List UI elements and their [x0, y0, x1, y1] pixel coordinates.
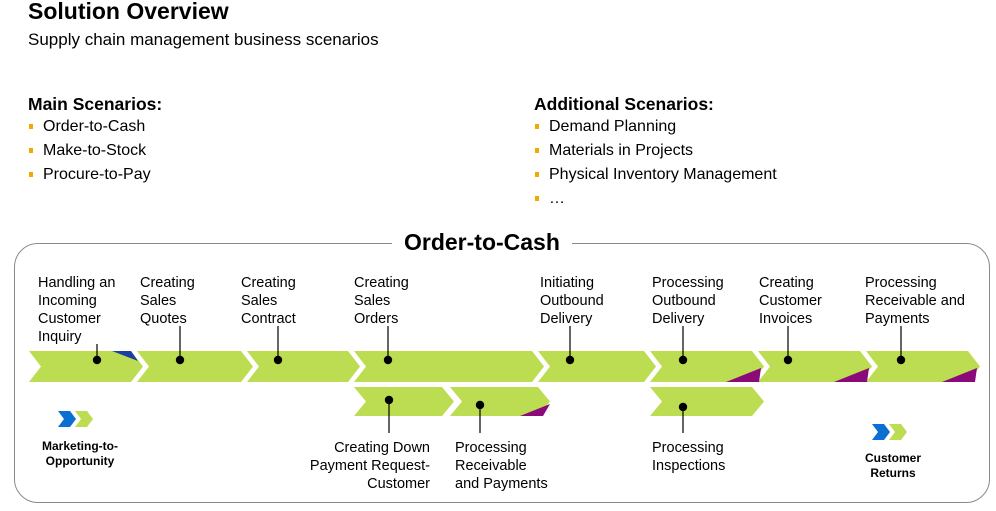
- chevron-green: [75, 411, 93, 427]
- chevron-blue: [872, 424, 890, 440]
- linked-scenario-line: Marketing-to-: [42, 439, 118, 453]
- step-label-line: Initiating: [540, 275, 595, 291]
- step-label: Creating Sales Quotes: [140, 274, 195, 328]
- step-dot: [678, 355, 688, 365]
- double-chevron-icon: [58, 411, 93, 427]
- step-label-line: Customer: [38, 311, 101, 327]
- step-label: Initiating Outbound Delivery: [540, 274, 604, 328]
- sub-step-label: Processing Receivable and Payments: [455, 439, 548, 493]
- step-label-line: Processing: [652, 275, 724, 291]
- step-label-line: Inquiry: [38, 329, 82, 345]
- sub-step-chevron[interactable]: [650, 387, 764, 416]
- chevron-blue: [58, 411, 76, 427]
- step-dot: [896, 355, 906, 365]
- step-label-line: Inspections: [652, 458, 726, 474]
- step-label-line: Processing: [652, 440, 724, 456]
- step-label-line: Delivery: [540, 311, 593, 327]
- linked-scenario-line: Returns: [870, 466, 916, 480]
- step-dot: [383, 355, 393, 365]
- step-label: Handling an Incoming Customer Inquiry: [38, 274, 115, 346]
- sub-step-dot: [475, 400, 485, 410]
- step-label-line: Incoming: [38, 293, 97, 309]
- step-label-line: Payments: [865, 311, 930, 327]
- process-step-chevron[interactable]: [247, 351, 360, 382]
- step-label: Creating Sales Orders: [354, 274, 409, 328]
- step-dot: [175, 355, 185, 365]
- sub-step-label: Creating Down Payment Request- Customer: [310, 439, 430, 493]
- step-label-line: Sales: [354, 293, 391, 309]
- step-dot: [92, 355, 102, 365]
- step-label-line: Processing: [865, 275, 937, 291]
- step-label-line: and Payments: [455, 476, 548, 492]
- step-label-line: Receivable and: [865, 293, 965, 309]
- step-label-line: Creating: [759, 275, 814, 291]
- step-label-line: Outbound: [652, 293, 716, 309]
- sub-step-dot: [678, 402, 688, 412]
- process-diagram: [29, 326, 980, 440]
- sub-step-label: Processing Inspections: [652, 439, 725, 475]
- step-label-line: Processing: [455, 440, 527, 456]
- linked-scenario-line: Opportunity: [45, 454, 115, 468]
- step-label: Processing Receivable and Payments: [865, 274, 965, 328]
- step-label: Creating Customer Invoices: [759, 274, 822, 328]
- double-chevron-icon: [872, 424, 907, 440]
- step-label-line: Sales: [241, 293, 278, 309]
- step-dot: [783, 355, 793, 365]
- step-dot: [565, 355, 575, 365]
- linked-scenario-label[interactable]: Customer Returns: [833, 451, 953, 481]
- step-label-line: Quotes: [140, 311, 187, 327]
- process-step-chevron[interactable]: [137, 351, 253, 382]
- step-label-line: Invoices: [759, 311, 813, 327]
- step-label-line: Delivery: [652, 311, 705, 327]
- step-label-line: Orders: [354, 311, 399, 327]
- sub-step-chevron[interactable]: [354, 387, 454, 416]
- step-label-line: Payment Request-: [309, 458, 430, 474]
- step-label-line: Creating: [140, 275, 195, 291]
- step-label-line: Creating: [354, 275, 409, 291]
- step-label-line: Outbound: [540, 293, 604, 309]
- step-label-line: Contract: [241, 311, 296, 327]
- step-label: Creating Sales Contract: [241, 274, 296, 328]
- process-step-chevron[interactable]: [538, 351, 656, 382]
- linked-scenario-label[interactable]: Marketing-to- Opportunity: [20, 439, 140, 469]
- step-label-line: Receivable: [455, 458, 527, 474]
- process-step-chevron[interactable]: [354, 351, 544, 382]
- step-label-line: Handling an: [38, 275, 116, 291]
- step-label-line: Creating Down: [334, 440, 430, 456]
- chevron-green: [889, 424, 907, 440]
- sub-step-dot: [384, 395, 394, 405]
- linked-scenario-line: Customer: [864, 451, 921, 465]
- step-label-line: Customer: [759, 293, 822, 309]
- step-label: Processing Outbound Delivery: [652, 274, 724, 328]
- step-dot: [273, 355, 283, 365]
- step-label-line: Creating: [241, 275, 296, 291]
- step-label-line: Customer: [367, 476, 430, 492]
- step-label-line: Sales: [140, 293, 177, 309]
